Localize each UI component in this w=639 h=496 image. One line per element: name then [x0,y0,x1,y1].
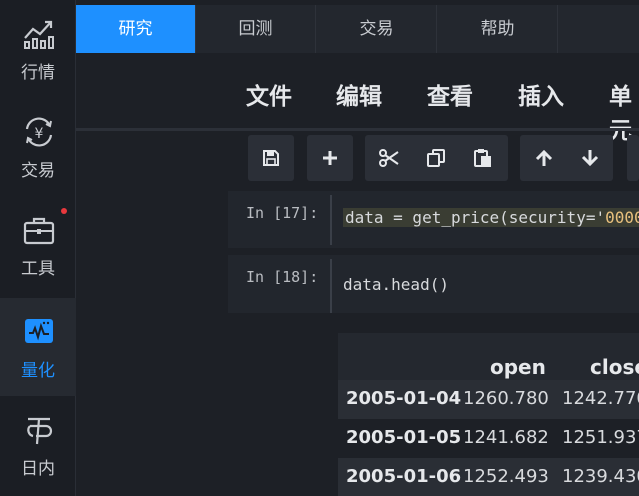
notebook-toolbar [76,135,639,183]
left-sidebar: 行情 ¥ 交易 工具 量化 日内 [0,0,76,496]
cell-open: 1260.780 [463,388,549,409]
cell-divider [330,195,332,245]
code-line[interactable]: data = get_price(security='00000 [343,208,639,227]
plus-icon [323,151,337,165]
cut-icon[interactable] [379,149,399,167]
notebook-area: 文件 编辑 查看 插入 单元 In [17]: data = get_price… [76,53,639,496]
dataframe-output: open close 2005-01-04 1260.780 1242.770 … [338,333,639,496]
tab-backtest[interactable]: 回测 [196,5,316,53]
sidebar-item-label: 量化 [21,361,55,381]
tab-research[interactable]: 研究 [76,5,196,53]
sidebar-item-intraday[interactable]: 日内 [0,396,76,494]
insert-cell-button[interactable] [307,135,353,181]
sidebar-item-label: 交易 [21,161,55,181]
tab-trade[interactable]: 交易 [317,5,437,53]
sidebar-item-market[interactable]: 行情 [0,0,76,98]
clipboard-button-group [365,135,508,181]
code-line[interactable]: data.head() [343,275,449,294]
cell-divider [330,259,332,313]
yen-exchange-icon: ¥ [25,117,53,147]
move-button-group [520,135,613,181]
menu-bar: 文件 编辑 查看 插入 单元 [76,53,639,144]
column-header-open: open [490,355,546,379]
cell-close: 1239.430 [562,466,639,487]
sidebar-item-quant[interactable]: 量化 [0,298,76,396]
table-row: 2005-01-05 1241.682 1251.937 [338,419,639,458]
arrow-up-icon[interactable] [534,149,554,167]
menu-file[interactable]: 文件 [246,77,292,111]
menu-edit[interactable]: 编辑 [336,77,382,111]
cell-close: 1251.937 [562,427,639,448]
column-header-close: close [590,355,639,379]
toolbar-button-partial[interactable] [627,135,639,181]
sidebar-item-trade[interactable]: ¥ 交易 [0,98,76,196]
table-row: 2005-01-06 1252.493 1239.430 [338,458,639,496]
arrow-down-icon[interactable] [580,149,600,167]
save-button[interactable] [248,135,294,181]
top-tab-bar: 研究 回测 交易 帮助 [76,5,639,53]
cell-open: 1252.493 [463,466,549,487]
cell-prompt: In [17]: [246,204,319,222]
row-index: 2005-01-05 [346,427,462,448]
copy-icon[interactable] [426,149,446,167]
row-index: 2005-01-06 [346,466,462,487]
toolbox-icon [23,217,55,245]
menu-view[interactable]: 查看 [427,77,473,111]
notification-dot [61,208,67,214]
menu-divider [76,128,639,131]
sidebar-item-label: 日内 [21,459,55,479]
sidebar-item-label: 行情 [21,63,55,83]
cell-prompt: In [18]: [246,268,319,286]
cell-close: 1242.770 [562,388,639,409]
row-index: 2005-01-04 [346,388,462,409]
paste-icon[interactable] [473,149,493,167]
menu-insert[interactable]: 插入 [518,77,564,111]
sidebar-item-label: 工具 [21,259,55,279]
table-row: 2005-01-04 1260.780 1242.770 [338,380,639,419]
tab-help[interactable]: 帮助 [438,5,558,53]
svg-text:¥: ¥ [35,126,44,142]
save-icon [263,150,279,166]
bar-chart-icon [24,20,54,49]
cell-open: 1241.682 [463,427,549,448]
quant-monitor-icon [25,319,53,343]
intraday-icon [27,417,53,445]
